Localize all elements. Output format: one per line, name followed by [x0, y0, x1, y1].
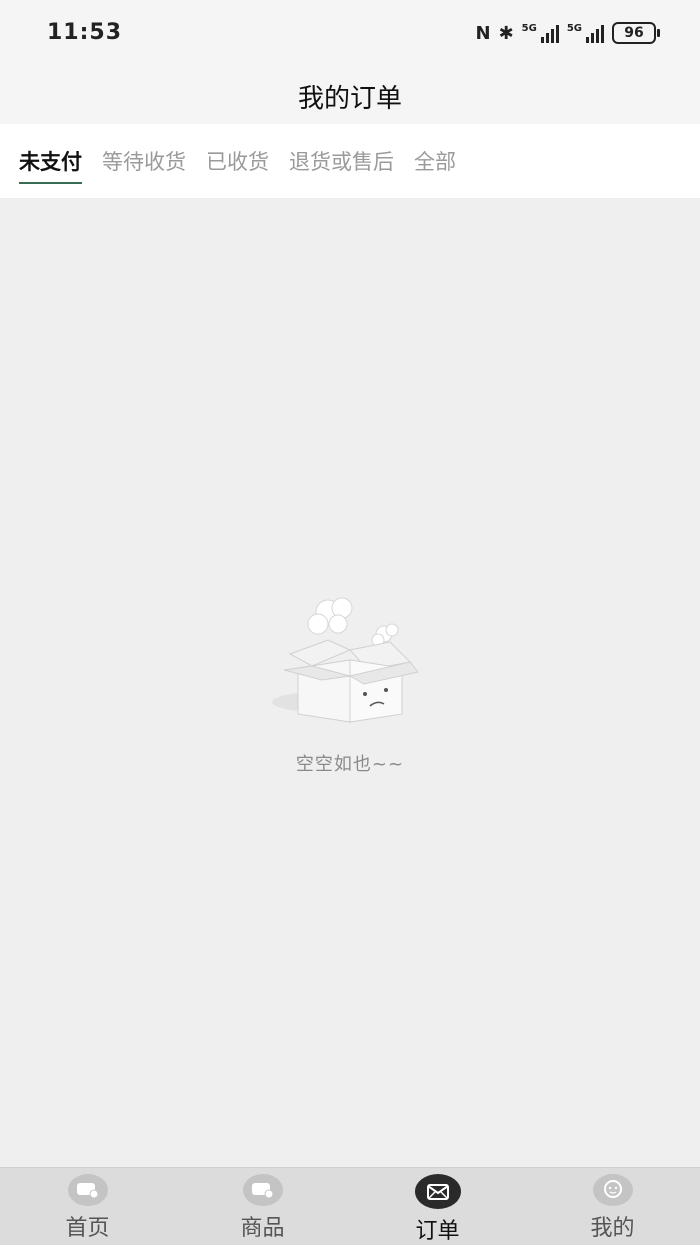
tab-unpaid[interactable]: 未支付 [19, 124, 82, 198]
empty-state: 空空如也~~ [0, 590, 700, 776]
status-time: 11:53 [47, 20, 123, 45]
bottom-nav: 首页 商品 订单 我的 [0, 1167, 700, 1245]
nav-label-orders: 订单 [415, 1219, 460, 1244]
tab-awaiting-delivery[interactable]: 等待收货 [102, 124, 186, 198]
empty-message: 空空如也~~ [295, 754, 405, 775]
tab-received[interactable]: 已收货 [206, 124, 269, 198]
nav-goods[interactable]: 商品 [175, 1168, 350, 1245]
tab-all[interactable]: 全部 [414, 124, 456, 198]
tab-returns[interactable]: 退货或售后 [289, 124, 394, 198]
nfc-icon: N [475, 22, 491, 44]
nav-profile[interactable]: 我的 [525, 1168, 700, 1245]
nav-label-goods: 商品 [240, 1216, 285, 1241]
bluetooth-icon: ✱ [498, 22, 514, 44]
goods-icon [242, 1174, 283, 1206]
empty-box-icon [272, 597, 419, 723]
nav-label-home: 首页 [65, 1216, 110, 1241]
status-bar: 11:53 N ✱ 5G 5G 96 [0, 0, 700, 68]
battery-icon: 96 [612, 22, 660, 44]
profile-icon [592, 1174, 633, 1206]
envelope-icon [414, 1174, 461, 1209]
page-title: 我的订单 [297, 83, 402, 114]
home-icon [67, 1174, 108, 1206]
signal-icon-2: 5G [567, 23, 604, 43]
nav-label-profile: 我的 [590, 1216, 635, 1241]
header: 我的订单 [0, 68, 700, 124]
signal-icon: 5G [522, 23, 559, 43]
status-icons: N ✱ 5G 5G 96 [475, 22, 660, 44]
nav-orders[interactable]: 订单 [350, 1168, 525, 1245]
nav-home[interactable]: 首页 [0, 1168, 175, 1245]
order-tabs: 未支付 等待收货 已收货 退货或售后 全部 [0, 124, 700, 198]
